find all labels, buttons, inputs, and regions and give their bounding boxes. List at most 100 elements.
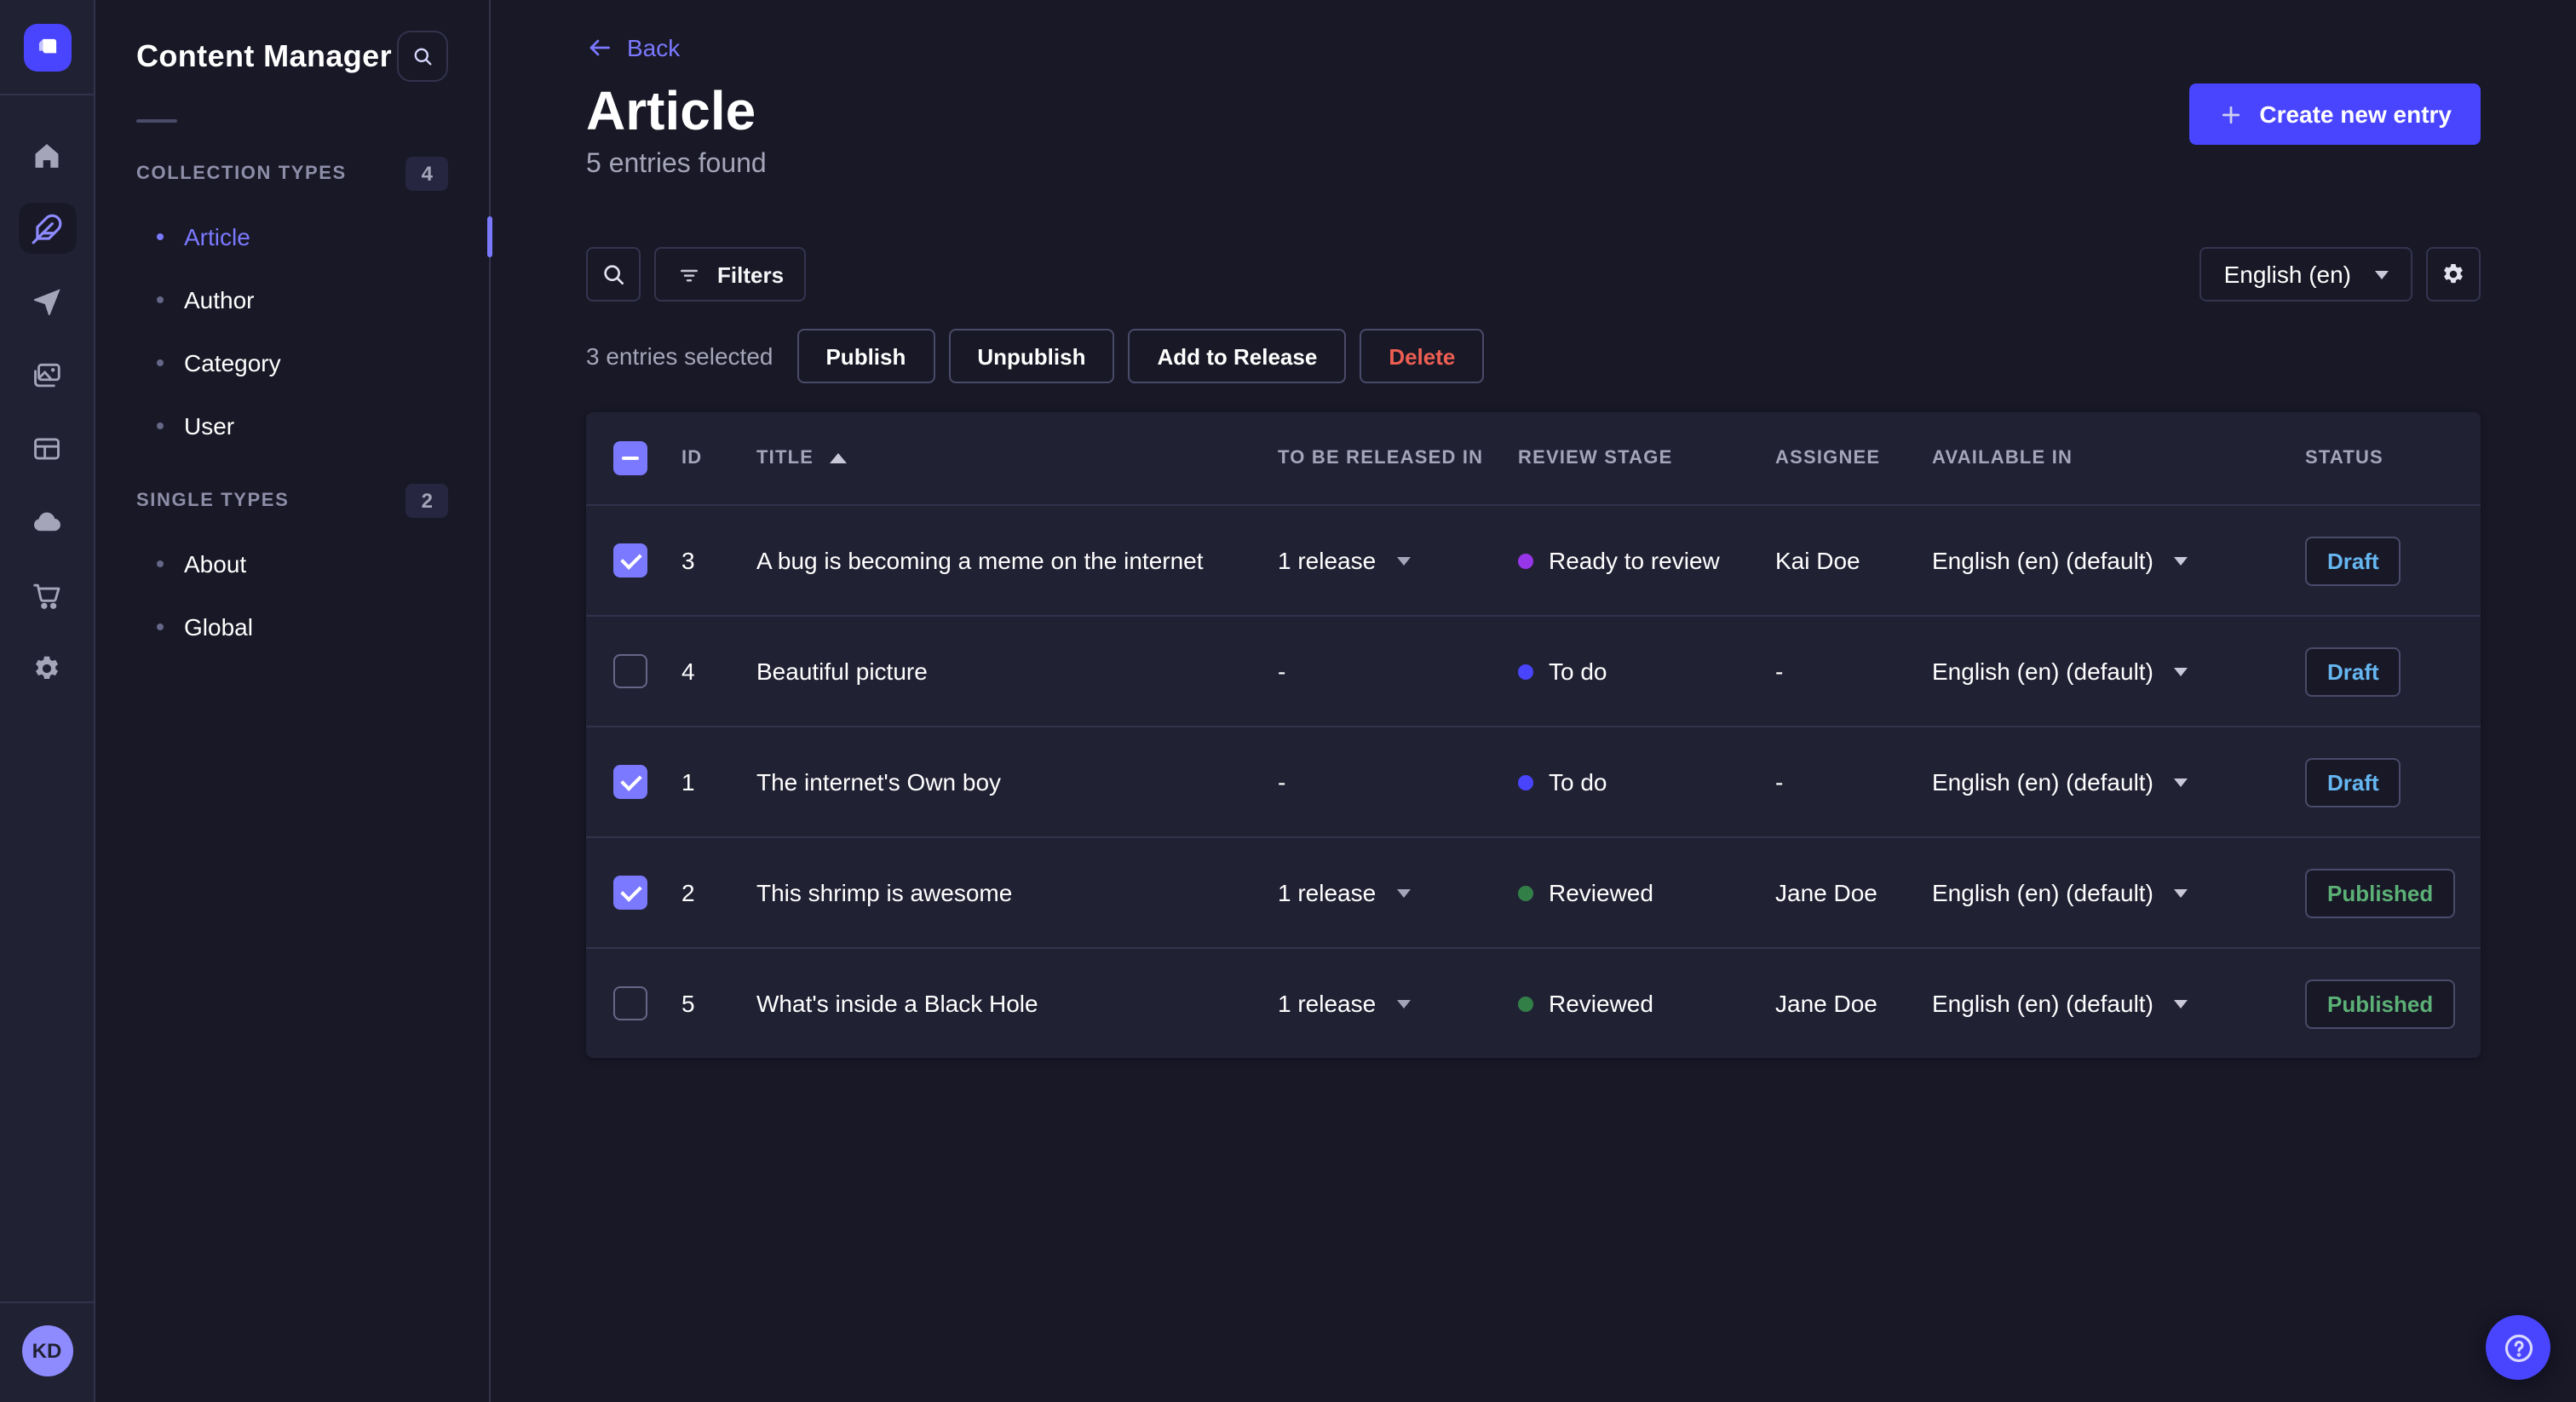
- unpublish-button[interactable]: Unpublish: [948, 329, 1115, 383]
- cell-assignee: Kai Doe: [1775, 547, 1860, 574]
- sidebar-section-items: Article Author Category User: [136, 204, 448, 457]
- selection-count-label: 3 entries selected: [586, 342, 773, 370]
- cell-review-stage: Reviewed: [1518, 879, 1775, 906]
- stage-label: Reviewed: [1549, 879, 1653, 906]
- settings-gear-icon[interactable]: [18, 642, 76, 693]
- table-row[interactable]: 2 This shrimp is awesome 1 release Revie…: [586, 836, 2481, 947]
- sidebar-item-label: Global: [184, 612, 253, 640]
- toolbar-left: Filters: [586, 247, 807, 302]
- release-dropdown[interactable]: 1 release: [1278, 990, 1518, 1017]
- stage-label: Ready to review: [1549, 547, 1720, 574]
- chevron-down-icon: [2173, 999, 2188, 1008]
- sidebar-item-article[interactable]: Article: [136, 204, 448, 267]
- column-header-title[interactable]: TITLE: [756, 448, 1278, 468]
- sidebar-search-button[interactable]: [397, 31, 448, 82]
- add-to-release-button[interactable]: Add to Release: [1128, 329, 1347, 383]
- bullet-icon: [157, 623, 164, 629]
- table-row[interactable]: 1 The internet's Own boy - To do - Engli…: [586, 726, 2481, 836]
- content-manager-feather-icon[interactable]: [18, 203, 76, 254]
- user-avatar[interactable]: KD: [21, 1325, 72, 1376]
- content-sidebar-header: Content Manager: [136, 0, 448, 82]
- home-icon[interactable]: [18, 129, 76, 181]
- table-row[interactable]: 5 What's inside a Black Hole 1 release R…: [586, 947, 2481, 1058]
- search-icon: [604, 265, 624, 284]
- locale-dropdown[interactable]: English (en) (default): [1932, 547, 2305, 574]
- chevron-down-icon: [1396, 999, 1411, 1008]
- row-checkbox[interactable]: [613, 543, 647, 577]
- release-dropdown[interactable]: 1 release: [1278, 879, 1518, 906]
- selection-row: 3 entries selected Publish Unpublish Add…: [586, 329, 2481, 383]
- search-button[interactable]: [586, 247, 641, 302]
- locale-dropdown[interactable]: English (en) (default): [1932, 768, 2305, 796]
- sidebar-section-header: SINGLE TYPES 2: [136, 480, 448, 521]
- filters-button[interactable]: Filters: [654, 247, 807, 302]
- stage-label: To do: [1549, 658, 1607, 685]
- stage-dot-icon: [1518, 774, 1533, 790]
- cell-review-stage: Reviewed: [1518, 990, 1775, 1017]
- sidebar-section-label: SINGLE TYPES: [136, 491, 290, 511]
- toolbar-right: English (en): [2199, 247, 2481, 302]
- cell-title: This shrimp is awesome: [756, 879, 1013, 906]
- media-library-icon[interactable]: [18, 349, 76, 400]
- publish-button[interactable]: Publish: [796, 329, 935, 383]
- locale-value: English (en) (default): [1932, 768, 2153, 796]
- release-dropdown[interactable]: 1 release: [1278, 547, 1518, 574]
- main-content: Back Article Create new entry 5 entries …: [491, 0, 2576, 1402]
- entries-table: ID TITLE TO BE RELEASED IN REVIEW STAGE …: [586, 412, 2481, 1058]
- bullet-icon: [157, 233, 164, 239]
- content-sidebar: Content Manager COLLECTION TYPES 4 Artic…: [95, 0, 491, 1402]
- arrow-left-icon: [589, 39, 610, 56]
- app-window: KD Content Manager COLLECTION TYPES 4 Ar…: [0, 0, 2576, 1402]
- locale-dropdown[interactable]: English (en) (default): [1932, 990, 2305, 1017]
- table-row[interactable]: 3 A bug is becoming a meme on the intern…: [586, 504, 2481, 615]
- delete-button[interactable]: Delete: [1360, 329, 1485, 383]
- row-checkbox[interactable]: [613, 986, 647, 1020]
- column-header-id: ID: [681, 448, 703, 468]
- bullet-icon: [157, 359, 164, 365]
- status-badge: Published: [2305, 979, 2456, 1028]
- select-all-checkbox[interactable]: [613, 441, 647, 475]
- release-dropdown[interactable]: -: [1278, 658, 1518, 685]
- cell-title: What's inside a Black Hole: [756, 990, 1038, 1017]
- locale-dropdown[interactable]: English (en) (default): [1932, 658, 2305, 685]
- cell-assignee: -: [1775, 768, 1784, 796]
- question-mark-icon: [2504, 1333, 2533, 1362]
- locale-value: English (en) (default): [1932, 990, 2153, 1017]
- sidebar-item-about[interactable]: About: [136, 531, 448, 595]
- sidebar-item-category[interactable]: Category: [136, 330, 448, 394]
- sidebar-item-author[interactable]: Author: [136, 267, 448, 330]
- content-sidebar-title: Content Manager: [136, 38, 393, 72]
- filter-icon: [681, 268, 698, 281]
- cell-id: 4: [681, 658, 695, 685]
- create-new-entry-button[interactable]: Create new entry: [2189, 83, 2481, 145]
- locale-value: English (en) (default): [1932, 879, 2153, 906]
- releases-send-icon[interactable]: [18, 276, 76, 327]
- table-row[interactable]: 4 Beautiful picture - To do - English (e…: [586, 615, 2481, 726]
- stage-dot-icon: [1518, 553, 1533, 568]
- stage-dot-icon: [1518, 885, 1533, 900]
- help-button[interactable]: [2486, 1315, 2550, 1380]
- content-sidebar-nav: COLLECTION TYPES 4 Article Author Catego…: [136, 153, 448, 658]
- release-dropdown[interactable]: -: [1278, 768, 1518, 796]
- sidebar-item-user[interactable]: User: [136, 394, 448, 457]
- row-checkbox[interactable]: [613, 654, 647, 688]
- cloud-icon[interactable]: [18, 496, 76, 547]
- locale-select[interactable]: English (en): [2199, 247, 2412, 302]
- status-badge: Draft: [2305, 536, 2401, 585]
- back-link[interactable]: Back: [586, 34, 680, 61]
- entries-count: 5 entries found: [586, 150, 767, 179]
- release-value: -: [1278, 768, 1286, 796]
- row-checkbox[interactable]: [613, 765, 647, 799]
- sidebar-item-global[interactable]: Global: [136, 595, 448, 658]
- bullet-icon: [157, 560, 164, 566]
- release-value: 1 release: [1278, 879, 1377, 906]
- cell-assignee: Jane Doe: [1775, 990, 1877, 1017]
- sidebar-section-count-badge: 4: [405, 157, 448, 191]
- row-checkbox[interactable]: [613, 876, 647, 910]
- content-type-builder-icon[interactable]: [18, 422, 76, 474]
- locale-dropdown[interactable]: English (en) (default): [1932, 879, 2305, 906]
- sidebar-item-label: Category: [184, 348, 281, 376]
- marketplace-cart-icon[interactable]: [18, 569, 76, 620]
- stage-label: Reviewed: [1549, 990, 1653, 1017]
- view-settings-button[interactable]: [2426, 247, 2481, 302]
